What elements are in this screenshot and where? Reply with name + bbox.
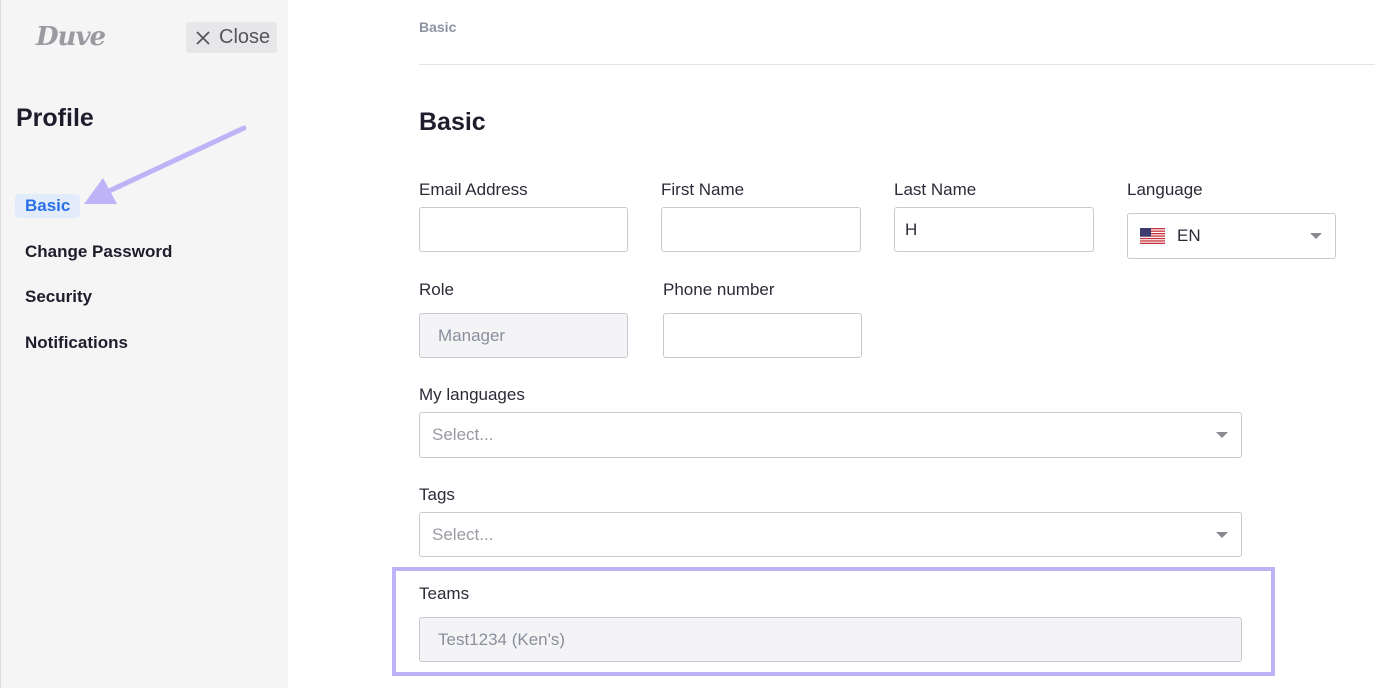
sidebar-item-security[interactable]: Security [25, 287, 92, 307]
breadcrumb[interactable]: Basic [419, 19, 456, 35]
divider [419, 64, 1375, 65]
annotation-arrow-icon [84, 125, 247, 204]
language-label: Language [1127, 180, 1203, 199]
phone-field[interactable] [663, 313, 862, 358]
section-title: Basic [419, 108, 486, 136]
first-name-field[interactable] [661, 207, 861, 252]
tags-label: Tags [419, 485, 455, 504]
sidebar-item-basic[interactable]: Basic [15, 194, 81, 218]
sidebar-item-notifications[interactable]: Notifications [25, 333, 128, 353]
my-languages-placeholder: Select... [432, 425, 494, 444]
close-label: Close [219, 26, 271, 48]
language-select[interactable]: EN [1127, 213, 1336, 259]
last-name-field[interactable] [894, 207, 1094, 252]
teams-label: Teams [419, 584, 470, 603]
email-label: Email Address [419, 180, 528, 199]
email-field[interactable] [419, 207, 628, 252]
language-value: EN [1177, 226, 1201, 245]
sidebar: Duve Close Profile Basic Change Password… [0, 0, 288, 688]
first-name-label: First Name [661, 180, 745, 199]
chevron-down-icon [1216, 531, 1228, 538]
sidebar-item-change-password[interactable]: Change Password [25, 242, 172, 262]
my-languages-label: My languages [419, 385, 525, 404]
phone-label: Phone number [663, 280, 775, 299]
tags-select[interactable]: Select... [419, 512, 1242, 557]
tags-placeholder: Select... [432, 524, 494, 544]
role-field [419, 313, 628, 358]
close-icon [196, 30, 210, 45]
last-name-label: Last Name [894, 180, 977, 199]
duve-logo: Duve [36, 22, 106, 52]
teams-field [419, 617, 1242, 662]
close-button[interactable]: Close [186, 22, 277, 53]
us-flag-icon [1140, 228, 1165, 244]
chevron-down-icon [1216, 432, 1228, 438]
chevron-down-icon [1310, 233, 1322, 239]
role-label: Role [419, 280, 454, 299]
my-languages-select[interactable]: Select... [419, 412, 1242, 458]
